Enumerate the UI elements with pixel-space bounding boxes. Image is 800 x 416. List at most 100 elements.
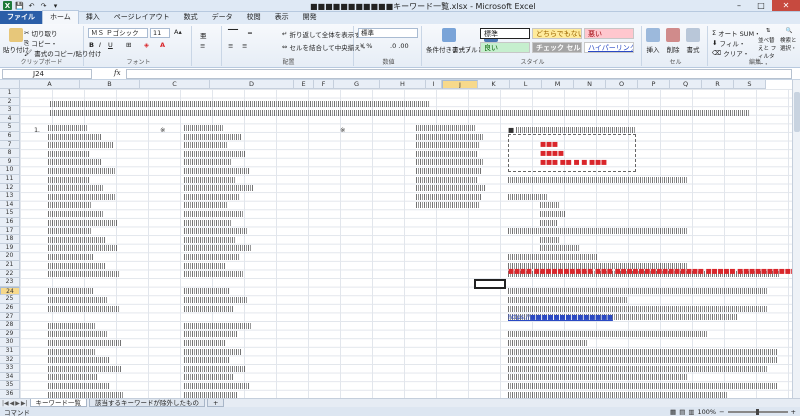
column-header[interactable]: C (140, 80, 210, 89)
column-header[interactable]: H (380, 80, 426, 89)
align-top-button[interactable]: ▔▔ (228, 29, 238, 37)
tab-developer[interactable]: 開発 (296, 11, 324, 24)
tab-view[interactable]: 表示 (268, 11, 296, 24)
scroll-thumb[interactable] (794, 92, 800, 132)
zoom-level[interactable]: 100% (698, 408, 717, 416)
tab-home[interactable]: ホーム (42, 10, 79, 24)
minimize-button[interactable]: – (728, 0, 750, 11)
phonetic-sub-button[interactable]: ≡ (200, 42, 205, 50)
style-neutral[interactable]: どちらでもない (532, 28, 582, 39)
row-header[interactable]: 31 (0, 347, 20, 356)
fill-color-button[interactable]: ◈ (144, 41, 149, 49)
column-header[interactable]: E (294, 80, 314, 89)
column-header[interactable]: I (426, 80, 442, 89)
row-header[interactable]: 8 (0, 149, 20, 158)
save-icon[interactable]: 💾 (15, 1, 24, 10)
row-header[interactable]: 20 (0, 252, 20, 261)
column-header[interactable]: O (606, 80, 638, 89)
row-header[interactable]: 29 (0, 329, 20, 339)
column-header[interactable]: J (442, 80, 478, 89)
close-button[interactable]: ✕ (772, 0, 800, 11)
function-icon[interactable]: fx (114, 69, 121, 77)
row-header[interactable]: 14 (0, 200, 20, 210)
undo-icon[interactable]: ↶ (27, 1, 36, 10)
column-header[interactable]: P (638, 80, 670, 89)
row-header[interactable]: 5 (0, 123, 20, 132)
zoom-out-icon[interactable]: − (719, 408, 724, 416)
row-header[interactable]: 24 (0, 286, 20, 296)
select-all-corner[interactable] (0, 80, 20, 89)
new-sheet-button[interactable]: + (207, 399, 225, 407)
normal-view-icon[interactable]: ▦ (670, 408, 676, 416)
tab-review[interactable]: 校閲 (240, 11, 268, 24)
font-size-select[interactable]: 11 (150, 28, 170, 38)
tab-page-layout[interactable]: ページレイアウト (107, 11, 177, 24)
align-middle-button[interactable]: ═ (248, 29, 252, 37)
find-select-button[interactable]: 🔍 検索と 選択・ (780, 28, 798, 52)
row-header[interactable]: 19 (0, 243, 20, 253)
row-header[interactable]: 15 (0, 209, 20, 218)
row-header[interactable]: 22 (0, 269, 20, 279)
column-header[interactable]: R (702, 80, 734, 89)
column-header[interactable]: K (478, 80, 510, 89)
style-bad[interactable]: 悪い (584, 28, 634, 39)
cut-button[interactable]: ✂ 切り取り (24, 28, 57, 38)
style-hyperlink[interactable]: ハイパーリンク (584, 42, 634, 53)
row-header[interactable]: 26 (0, 304, 20, 313)
row-header[interactable]: 35 (0, 381, 20, 390)
row-header[interactable]: 28 (0, 321, 20, 330)
bold-button[interactable]: B (89, 41, 94, 49)
row-header[interactable]: 30 (0, 338, 20, 347)
column-header[interactable]: N (574, 80, 606, 89)
row-header[interactable]: 9 (0, 157, 20, 167)
align-left-button[interactable]: ≡ (228, 42, 233, 50)
row-header[interactable]: 7 (0, 140, 20, 150)
insert-cells-button[interactable]: 挿入 (646, 28, 660, 54)
chevron-down-icon[interactable]: ▾ (51, 1, 60, 10)
zoom-in-icon[interactable]: + (791, 408, 796, 416)
page-layout-icon[interactable]: ▤ (679, 408, 685, 416)
maximize-button[interactable]: □ (750, 0, 772, 11)
row-header[interactable]: 34 (0, 372, 20, 382)
column-header[interactable]: D (210, 80, 294, 89)
column-header[interactable]: B (80, 80, 140, 89)
row-header[interactable]: 16 (0, 218, 20, 227)
prev-sheet-icon[interactable]: ◀ (10, 400, 15, 407)
grow-font-button[interactable]: A▴ (174, 28, 182, 36)
row-header[interactable]: 6 (0, 132, 20, 141)
style-check-cell[interactable]: チェック セル (532, 42, 582, 53)
style-normal[interactable]: 標準 (480, 28, 530, 39)
tab-data[interactable]: データ (205, 11, 240, 24)
autosum-button[interactable]: Σ オート SUM・ (712, 28, 761, 38)
font-color-button[interactable]: A (160, 41, 165, 49)
vertical-scrollbar[interactable] (792, 80, 800, 398)
zoom-slider[interactable] (727, 408, 788, 415)
tab-insert[interactable]: 挿入 (79, 11, 107, 24)
format-cells-button[interactable]: 書式 (686, 28, 700, 54)
row-header[interactable]: 10 (0, 166, 20, 175)
row-header[interactable]: 3 (0, 106, 20, 115)
row-header[interactable]: 13 (0, 192, 20, 201)
number-format-select[interactable]: 標準 (358, 28, 418, 38)
redo-icon[interactable]: ↷ (39, 1, 48, 10)
underline-button[interactable]: U (108, 41, 113, 49)
row-header[interactable]: 4 (0, 114, 20, 124)
row-header[interactable]: 17 (0, 226, 20, 236)
row-header[interactable]: 27 (0, 312, 20, 322)
page-break-icon[interactable]: ▥ (688, 408, 694, 416)
tab-file[interactable]: ファイル (0, 11, 42, 24)
row-header[interactable]: 1 (0, 89, 20, 98)
align-center-button[interactable]: ≡ (242, 42, 247, 50)
name-box[interactable]: J24 (2, 69, 92, 79)
row-header[interactable]: 23 (0, 278, 20, 287)
sheet-tab-keywords[interactable]: キーワード一覧 (29, 399, 88, 407)
phonetic-button[interactable]: 亜 (200, 30, 207, 40)
currency-button[interactable]: ¥ % (360, 42, 372, 50)
row-header[interactable]: 2 (0, 97, 20, 107)
row-header[interactable]: 21 (0, 261, 20, 270)
fill-button[interactable]: ⬇ フィル・ (712, 38, 745, 48)
wrap-text-button[interactable]: ↵ 折り返して全体を表示する (282, 29, 367, 39)
row-header[interactable]: 18 (0, 235, 20, 244)
row-header[interactable]: 12 (0, 183, 20, 193)
formula-input[interactable] (126, 69, 792, 79)
